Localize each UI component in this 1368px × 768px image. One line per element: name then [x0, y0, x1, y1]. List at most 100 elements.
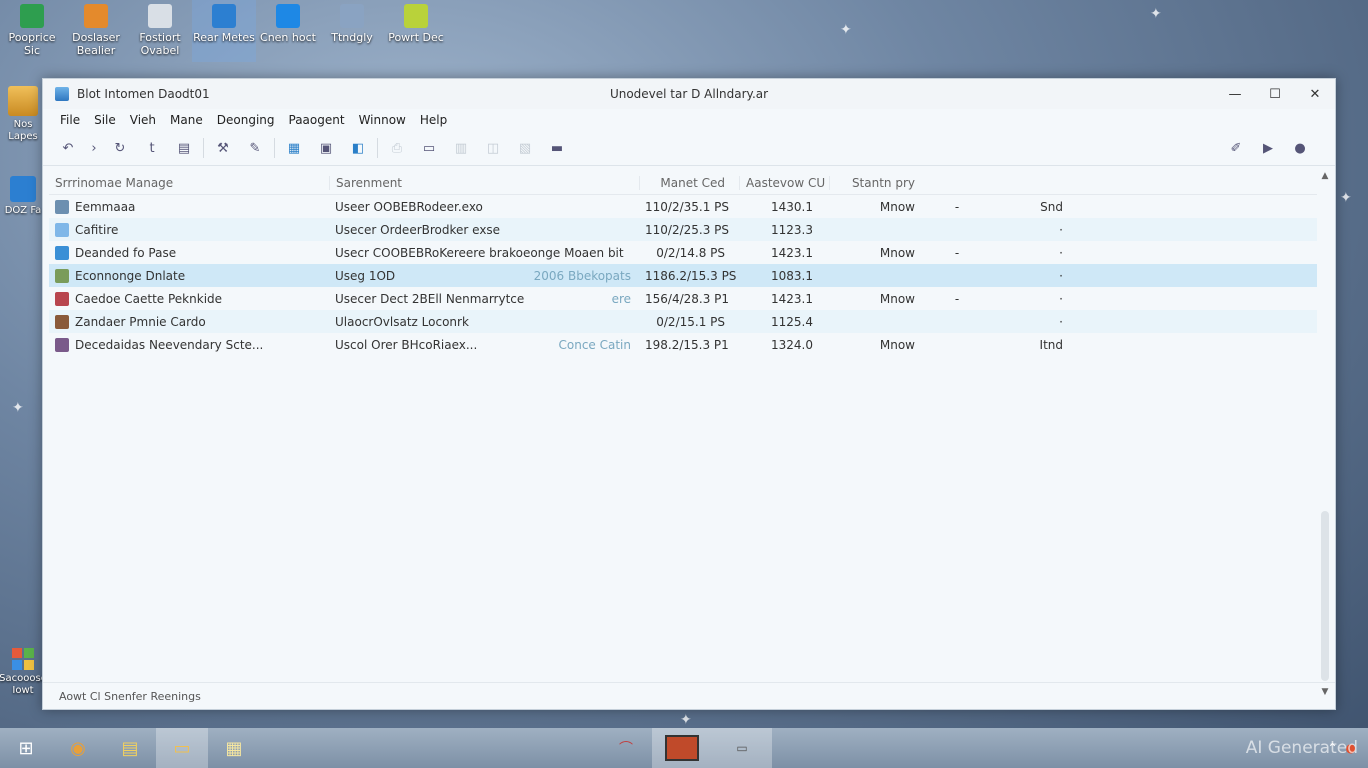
- desktop-icon[interactable]: Cnen hoct: [256, 0, 320, 62]
- menu-item-winnow[interactable]: Winnow: [352, 113, 413, 127]
- star-icon: [340, 4, 364, 28]
- column-header[interactable]: Stantn pry: [829, 175, 929, 190]
- text-icon[interactable]: t: [139, 136, 165, 160]
- edit-icon[interactable]: ✎: [242, 136, 268, 160]
- command-subtext: ere: [611, 291, 631, 306]
- close-button[interactable]: ✕: [1295, 79, 1335, 109]
- export-icon[interactable]: ▭: [416, 136, 442, 160]
- desktop-icon[interactable]: Nos Lapes: [0, 86, 46, 143]
- desktop-icon[interactable]: Rear Metes: [192, 0, 256, 62]
- list-view-icon[interactable]: ▣: [313, 136, 339, 160]
- column-header[interactable]: Sarenment: [329, 175, 639, 190]
- menu-item-sile[interactable]: Sile: [87, 113, 123, 127]
- table-row[interactable]: Zandaer Pmnie Cardo UlaocrOvlsatz Loconrk…: [49, 310, 1317, 333]
- menu-item-help[interactable]: Help: [413, 113, 454, 127]
- running-app-icon[interactable]: ▭: [712, 728, 772, 768]
- command-text: Usecer Dect 2BEll Nenmarrytce: [335, 291, 525, 306]
- process-name: Decedaidas Neevendary Scte...: [75, 337, 264, 352]
- desktop-icon-label: Fostiort Ovabel: [139, 31, 181, 57]
- start-icon[interactable]: ⊞: [0, 728, 52, 768]
- running-app-icon[interactable]: [652, 728, 712, 768]
- task-manager-window: Blot Intomen Daodt01 Unodevel tar D Alln…: [42, 78, 1336, 710]
- monitor-icon[interactable]: ▬: [544, 136, 570, 160]
- desktop-icon[interactable]: DOZ Fa: [0, 176, 46, 217]
- minimize-button[interactable]: —: [1215, 79, 1255, 109]
- desktop-icon-label: Ttndgly: [331, 31, 373, 44]
- process-name: Caedoe Caette Peknkide: [75, 291, 223, 306]
- properties-icon[interactable]: ▤: [171, 136, 197, 160]
- back-icon[interactable]: ↶: [55, 136, 81, 160]
- value-cell: 1423.1: [771, 291, 813, 306]
- status-text: Aowt Cl Snenfer Reenings: [59, 689, 201, 703]
- desktop-icon[interactable]: Ttndgly: [320, 0, 384, 62]
- desktop-icon[interactable]: Fostiort Ovabel: [128, 0, 192, 62]
- table-row[interactable]: Caedoe Caette Peknkide Usecer Dect 2BEll …: [49, 287, 1317, 310]
- title-bar[interactable]: Blot Intomen Daodt01 Unodevel tar D Alln…: [43, 79, 1335, 109]
- command-text: Useg 1OD: [335, 268, 396, 283]
- command-subtext: Conce Catin: [558, 337, 632, 352]
- maximize-button[interactable]: ☐: [1255, 79, 1295, 109]
- command-cell: Uscol Orer BHcoRiaex... Conce Catin: [329, 338, 639, 352]
- status-cell: Mnow: [879, 199, 915, 214]
- command-cell: Usecer Dect 2BEll Nenmarrytce ere: [329, 292, 639, 306]
- desktop-icon-label: Doslaser Bealier: [72, 31, 120, 57]
- disabled-tool-icon: ◫: [486, 140, 500, 156]
- desktop-icon[interactable]: Sacooose Iowt: [0, 648, 47, 697]
- command-text: Useer OOBEBRodeer.exo: [335, 199, 483, 214]
- disabled-tool-icon: ▧: [518, 140, 532, 156]
- command-cell: Usecer OrdeerBrodker exse: [329, 223, 639, 237]
- column-header[interactable]: Srrrinomae Manage: [49, 176, 329, 190]
- spreadsheet-icon: [20, 4, 44, 28]
- sparkle-decoration: ✦: [680, 712, 692, 728]
- process-name: Deanded fo Pase: [75, 245, 177, 260]
- value-cell: ·: [1059, 291, 1063, 306]
- table-row[interactable]: Deanded fo Pase Usecr COOBEBRoKereere bra…: [49, 241, 1317, 264]
- desktop-icon[interactable]: Doslaser Bealier: [64, 0, 128, 62]
- desktop-icon-label: Cnen hoct: [260, 31, 316, 44]
- network-status-icon[interactable]: ⌒: [600, 728, 652, 768]
- menu-item-paaogent[interactable]: Paaogent: [282, 113, 352, 127]
- menu-item-deonging[interactable]: Deonging: [210, 113, 282, 127]
- file-explorer-icon[interactable]: ▭: [156, 728, 208, 768]
- process-icon: [55, 199, 69, 214]
- value-cell: 110/2/25.3 PS: [645, 222, 730, 237]
- user-icon[interactable]: ●: [1287, 136, 1313, 160]
- print-icon[interactable]: ⎙: [384, 136, 410, 160]
- process-name-cell: Deanded fo Pase: [49, 245, 329, 260]
- process-name-cell: Zandaer Pmnie Cardo: [49, 314, 329, 329]
- scroll-up-icon[interactable]: ▲: [1319, 171, 1331, 185]
- details-view-icon[interactable]: ◧: [345, 136, 371, 160]
- menu-item-vieh[interactable]: Vieh: [123, 113, 163, 127]
- browser-icon[interactable]: ◉: [52, 728, 104, 768]
- process-name-cell: Cafitire: [49, 222, 329, 237]
- table-row[interactable]: Eemmaaa Useer OOBEBRodeer.exo 110/2/35.1 P…: [49, 195, 1317, 218]
- grid-view-icon[interactable]: ▦: [281, 136, 307, 160]
- process-icon: [55, 291, 69, 306]
- value-cell: 1186.2/15.3 PS: [645, 268, 737, 283]
- scroll-thumb[interactable]: [1321, 511, 1329, 681]
- notes-icon[interactable]: ▤: [104, 728, 156, 768]
- wrench-icon[interactable]: ✐: [1223, 136, 1249, 160]
- sparkle-decoration: ✦: [12, 400, 24, 416]
- column-header[interactable]: Manet Ced: [639, 175, 739, 190]
- refresh-icon[interactable]: ↻: [107, 136, 133, 160]
- window-title: Blot Intomen Daodt01: [77, 87, 210, 101]
- table-row[interactable]: Cafitire Usecer OrdeerBrodker exse 110/2/2…: [49, 218, 1317, 241]
- vertical-scrollbar[interactable]: ▲ ▼: [1319, 171, 1331, 701]
- table-row[interactable]: Decedaidas Neevendary Scte... Uscol Orer …: [49, 333, 1317, 356]
- tools-icon[interactable]: ⚒: [210, 136, 236, 160]
- document-icon[interactable]: ▦: [208, 728, 260, 768]
- column-header[interactable]: Aastevow CU: [739, 175, 829, 190]
- menu-item-file[interactable]: File: [53, 113, 87, 127]
- pen-icon: [404, 4, 428, 28]
- process-name: Econnonge Dnlate: [75, 268, 186, 283]
- process-icon: [55, 268, 69, 283]
- desktop-icon[interactable]: Powrt Dec: [384, 0, 448, 62]
- forward-icon[interactable]: ›: [87, 136, 101, 160]
- status-cell: Mnow: [879, 291, 915, 306]
- table-row[interactable]: Econnonge Dnlate Useg 1OD 2006 Bbekopats 11…: [49, 264, 1317, 287]
- play-icon[interactable]: ▶: [1255, 136, 1281, 160]
- menu-item-mane[interactable]: Mane: [163, 113, 210, 127]
- desktop-icon[interactable]: Pooprice Sic: [0, 0, 64, 62]
- status-cell: Mnow: [879, 245, 915, 260]
